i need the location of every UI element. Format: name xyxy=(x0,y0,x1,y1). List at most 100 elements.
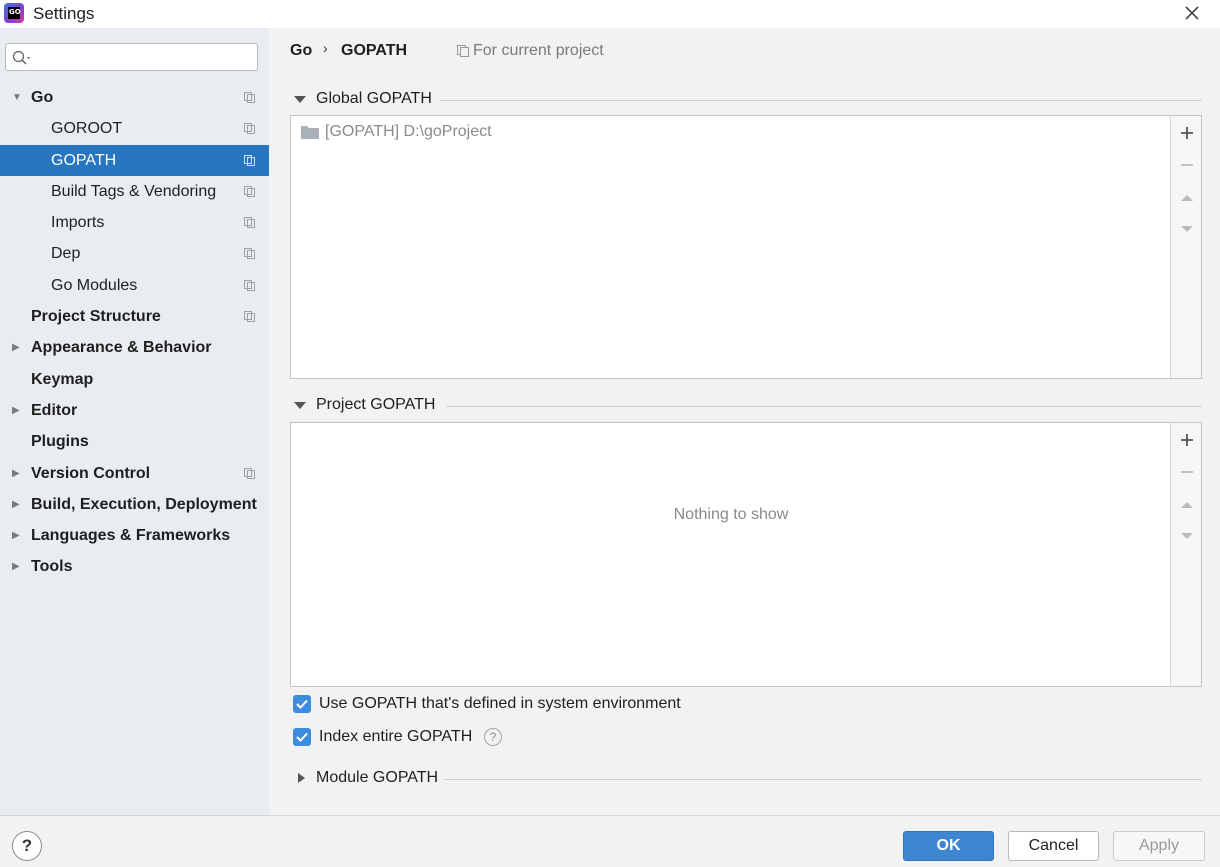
sidebar-item-plugins[interactable]: Plugins xyxy=(0,426,269,457)
project-scope-icon xyxy=(244,123,255,135)
collapse-arrow-icon xyxy=(294,96,306,103)
project-gopath-list[interactable]: Nothing to show xyxy=(290,422,1202,687)
sidebar-item-tools[interactable]: ▶ Tools xyxy=(0,551,269,582)
gopath-entry-path: [GOPATH] D:\goProject xyxy=(325,123,492,140)
sidebar-item-label: Editor xyxy=(31,401,78,419)
add-icon[interactable] xyxy=(1179,125,1195,141)
close-icon[interactable] xyxy=(1183,4,1201,22)
global-gopath-list[interactable]: [GOPATH] D:\goProject xyxy=(290,115,1202,379)
sidebar-item-build-tags-vendoring[interactable]: Build Tags & Vendoring xyxy=(0,176,269,207)
settings-search-input[interactable] xyxy=(5,43,258,71)
divider xyxy=(440,100,1202,101)
sidebar-item-label: Go Modules xyxy=(51,276,138,294)
sidebar-item-go-modules[interactable]: Go Modules xyxy=(0,270,269,301)
empty-list-text: Nothing to show xyxy=(673,506,789,523)
sidebar-item-label: Imports xyxy=(51,214,105,232)
settings-sidebar: ▼ Go GOROOT GOPATH Build Tags & Vendoring Imp… xyxy=(0,28,269,815)
index-entire-gopath-checkbox[interactable] xyxy=(293,728,311,746)
sidebar-item-label: Languages & Frameworks xyxy=(31,527,231,545)
sidebar-item-label: Build Tags & Vendoring xyxy=(51,182,217,200)
apply-button[interactable]: Apply xyxy=(1113,831,1205,861)
sidebar-item-label: Project Structure xyxy=(31,308,161,326)
sidebar-item-label: Tools xyxy=(31,558,73,576)
sidebar-item-version-control[interactable]: ▶ Version Control xyxy=(0,458,269,489)
project-scope-icon xyxy=(244,248,255,260)
sidebar-item-label: Keymap xyxy=(31,370,94,388)
project-gopath-title: Project GOPATH xyxy=(316,396,436,413)
project-gopath-header[interactable]: Project GOPATH xyxy=(290,396,1202,416)
collapsed-arrow-icon[interactable]: ▶ xyxy=(12,520,20,551)
project-scope-icon xyxy=(244,279,255,291)
sidebar-item-editor[interactable]: ▶ Editor xyxy=(0,395,269,426)
project-scope-icon xyxy=(244,92,255,103)
global-gopath-title: Global GOPATH xyxy=(316,90,432,107)
project-scope-icon xyxy=(244,467,255,479)
copy-scope-icon xyxy=(457,45,469,57)
project-gopath-toolbar xyxy=(1170,423,1201,686)
use-system-gopath-checkbox[interactable] xyxy=(293,695,311,713)
breadcrumb-separator: › xyxy=(323,40,328,56)
collapse-arrow-icon xyxy=(294,402,306,409)
sidebar-item-goroot[interactable]: GOROOT xyxy=(0,113,269,144)
project-scope-icon xyxy=(244,217,255,229)
sidebar-item-label: GOROOT xyxy=(51,120,123,138)
collapsed-arrow-icon[interactable]: ▶ xyxy=(12,395,20,426)
sidebar-item-appearance-behavior[interactable]: ▶ Appearance & Behavior xyxy=(0,332,269,363)
cancel-button[interactable]: Cancel xyxy=(1008,831,1099,861)
breadcrumb-parent[interactable]: Go xyxy=(290,42,312,60)
collapsed-arrow-icon[interactable]: ▶ xyxy=(12,489,20,520)
collapsed-arrow-icon[interactable]: ▶ xyxy=(12,551,20,582)
goland-app-icon: GO xyxy=(4,3,24,23)
sidebar-item-label: Dep xyxy=(51,245,81,263)
sidebar-item-project-structure[interactable]: Project Structure xyxy=(0,301,269,332)
move-up-icon[interactable] xyxy=(1179,190,1195,206)
sidebar-item-imports[interactable]: Imports xyxy=(0,207,269,238)
sidebar-item-keymap[interactable]: Keymap xyxy=(0,364,269,395)
project-scope-icon xyxy=(244,185,255,197)
module-gopath-title: Module GOPATH xyxy=(316,769,439,786)
collapsed-arrow-icon[interactable]: ▶ xyxy=(12,332,20,363)
sidebar-item-gopath[interactable]: GOPATH xyxy=(0,144,269,176)
sidebar-item-languages-frameworks[interactable]: ▶ Languages & Frameworks xyxy=(0,520,269,551)
move-down-icon[interactable] xyxy=(1179,528,1195,544)
collapsed-arrow-icon[interactable]: ▶ xyxy=(12,458,20,489)
divider xyxy=(446,406,1202,407)
sidebar-item-build-execution-deployment[interactable]: ▶ Build, Execution, Deployment xyxy=(0,489,269,520)
main-panel: Go › GOPATH For current project Global G… xyxy=(269,28,1220,815)
search-icon xyxy=(12,50,30,65)
page-title: GOPATH xyxy=(341,42,408,59)
remove-icon[interactable] xyxy=(1179,464,1195,480)
window-title: Settings xyxy=(33,4,95,23)
sidebar-item-label: Plugins xyxy=(31,433,89,451)
sidebar-item-go[interactable]: ▼ Go xyxy=(0,82,269,113)
sidebar-item-label: Appearance & Behavior xyxy=(31,339,212,357)
ok-button[interactable]: OK xyxy=(903,831,994,861)
move-up-icon[interactable] xyxy=(1179,497,1195,513)
add-icon[interactable] xyxy=(1179,432,1195,448)
project-scope-icon xyxy=(244,154,255,166)
help-button[interactable]: ? xyxy=(12,831,42,861)
remove-icon[interactable] xyxy=(1179,157,1195,173)
use-system-gopath-label[interactable]: Use GOPATH that's defined in system envi… xyxy=(319,695,681,713)
help-icon[interactable]: ? xyxy=(484,728,502,746)
checkmark-icon xyxy=(296,732,308,742)
move-down-icon[interactable] xyxy=(1179,221,1195,237)
sidebar-item-label: Go xyxy=(31,89,54,106)
sidebar-item-label: GOPATH xyxy=(51,151,117,169)
global-gopath-header[interactable]: Global GOPATH xyxy=(290,90,1202,110)
dialog-footer: ? OK Cancel Apply xyxy=(0,815,1220,867)
project-scope-icon xyxy=(244,311,255,323)
divider xyxy=(445,779,1202,780)
module-gopath-header[interactable]: Module GOPATH xyxy=(290,769,1202,789)
folder-icon xyxy=(301,126,319,139)
sidebar-item-label: Build, Execution, Deployment xyxy=(31,495,257,513)
expanded-arrow-icon[interactable]: ▼ xyxy=(12,82,22,113)
sidebar-item-label: Version Control xyxy=(31,464,151,482)
global-gopath-toolbar xyxy=(1170,116,1201,378)
checkmark-icon xyxy=(296,699,308,709)
app-icon-text: GO xyxy=(9,8,21,16)
index-entire-gopath-label[interactable]: Index entire GOPATH xyxy=(319,728,472,746)
settings-tree: ▼ Go GOROOT GOPATH Build Tags & Vendoring Imp… xyxy=(0,82,269,583)
expand-arrow-icon xyxy=(298,773,305,783)
sidebar-item-dep[interactable]: Dep xyxy=(0,238,269,269)
